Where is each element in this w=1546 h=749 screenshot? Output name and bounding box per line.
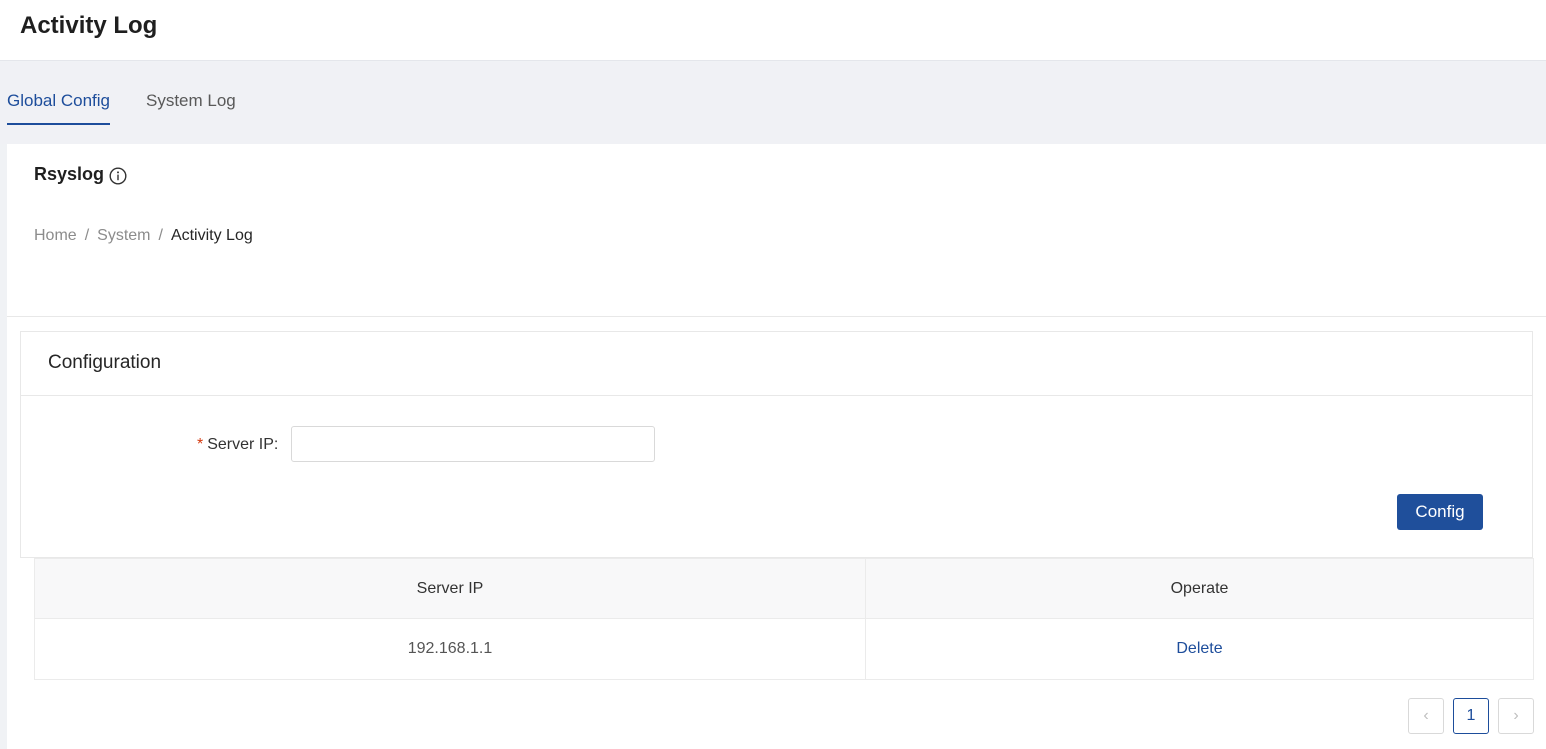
delete-link[interactable]: Delete — [866, 640, 1533, 658]
breadcrumb-home[interactable]: Home — [34, 227, 77, 244]
page-header: Activity Log — [0, 0, 1546, 61]
config-button[interactable]: Config — [1397, 494, 1483, 530]
server-ip-label: * Server IP: — [197, 436, 278, 454]
server-ip-input[interactable] — [291, 426, 655, 462]
tab-system-log[interactable]: System Log — [146, 91, 236, 111]
cell-server-ip: 192.168.1.1 — [407, 640, 493, 657]
section-title: Rsyslog — [34, 164, 105, 184]
tab-bar: Global Config System Log — [0, 62, 1546, 144]
breadcrumb-separator: / — [84, 227, 90, 244]
breadcrumb: Home / System / Activity Log — [34, 227, 253, 245]
breadcrumb-current: Activity Log — [170, 227, 253, 244]
column-header-server-ip: Server IP — [416, 580, 484, 597]
page-1-button[interactable]: 1 — [1453, 698, 1489, 734]
server-ip-label-text: Server IP: — [207, 436, 279, 453]
column-header-operate: Operate — [1170, 580, 1229, 597]
active-tab-indicator — [7, 123, 110, 125]
prev-page-button[interactable]: ‹ — [1408, 698, 1444, 734]
divider — [7, 316, 1546, 317]
breadcrumb-separator: / — [158, 227, 163, 244]
next-page-button[interactable]: › — [1498, 698, 1534, 734]
configuration-card: Configuration * Server IP: Config — [20, 331, 1533, 558]
tab-global-config[interactable]: Global Config — [7, 91, 110, 111]
info-icon[interactable] — [109, 167, 127, 185]
page-title: Activity Log — [20, 12, 158, 39]
required-marker: * — [197, 436, 204, 453]
server-table: Server IP Operate 192.168.1.1 Delete — [34, 558, 1534, 680]
main-content: Rsyslog Home / System / Activity Log Configu… — [7, 144, 1546, 749]
table-row: 192.168.1.1 Delete — [35, 620, 1533, 679]
table-header: Server IP Operate — [35, 559, 1533, 619]
card-title: Configuration — [48, 352, 162, 373]
breadcrumb-system[interactable]: System — [97, 227, 150, 244]
card-header: Configuration — [21, 332, 1532, 396]
